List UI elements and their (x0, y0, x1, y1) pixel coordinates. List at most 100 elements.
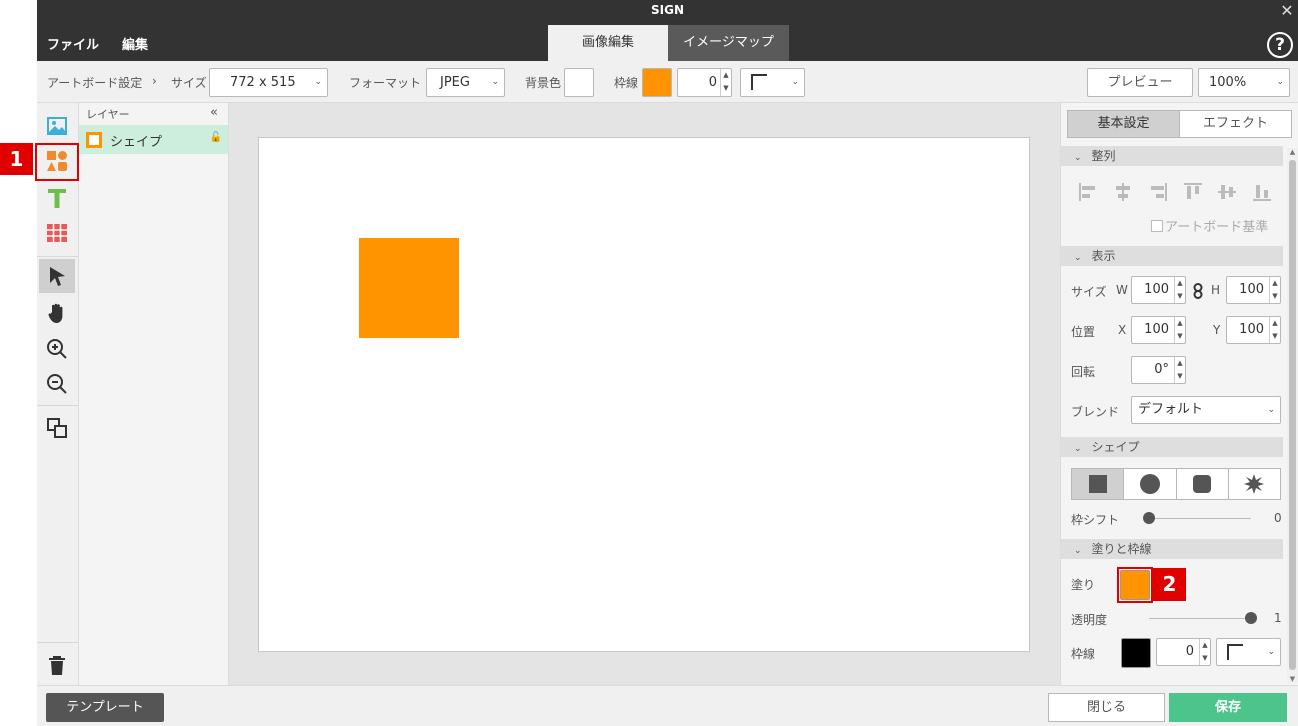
align-right-icon[interactable] (1147, 181, 1169, 203)
layer-item[interactable]: シェイプ 🔓 (79, 125, 228, 154)
stepper-icon[interactable]: ▲ ▼ (720, 69, 731, 96)
shape-section-header[interactable]: ⌄ シェイプ (1061, 437, 1283, 457)
align-section-header[interactable]: ⌄ 整列 (1061, 146, 1283, 166)
zoom-select[interactable]: 100% ⌄ (1198, 68, 1290, 97)
border-shift-slider[interactable] (1149, 518, 1251, 519)
duplicate-tool[interactable] (39, 411, 75, 445)
artboard-reference-label: アートボード基準 (1165, 220, 1269, 235)
stepper-icon[interactable]: ▲ ▼ (1174, 317, 1185, 343)
format-value: JPEG (440, 75, 470, 90)
corner-style-icon (1227, 644, 1243, 660)
shape-star-button[interactable] (1229, 469, 1280, 499)
y-input[interactable]: 100 ▲ ▼ (1226, 316, 1281, 344)
fill-stroke-section-header[interactable]: ⌄ 塗りと枠線 (1061, 539, 1283, 559)
shape-rounded-button[interactable] (1177, 469, 1229, 499)
stepper-icon[interactable]: ▲ ▼ (1199, 639, 1210, 665)
stroke-width-input[interactable]: 0 ▲ ▼ (1156, 638, 1211, 666)
align-top-icon[interactable] (1182, 181, 1204, 203)
stepper-icon[interactable]: ▲ ▼ (1269, 277, 1280, 303)
template-button[interactable]: テンプレート (46, 693, 164, 722)
fill-label: 塗り (1071, 578, 1096, 592)
scrollbar-thumb[interactable] (1289, 160, 1296, 670)
corner-style-select[interactable]: ⌄ (740, 68, 805, 97)
align-center-h-icon[interactable] (1112, 181, 1134, 203)
display-section-title: 表示 (1091, 249, 1116, 263)
stroke-width-input[interactable]: 0 ▲ ▼ (677, 68, 732, 97)
opacity-slider-knob[interactable] (1245, 612, 1257, 624)
help-icon[interactable]: ? (1267, 32, 1293, 58)
stroke-color-swatch[interactable] (1121, 638, 1151, 668)
shape-circle-button[interactable] (1124, 469, 1177, 499)
link-ratio-icon[interactable] (1192, 283, 1204, 299)
tab-image-map[interactable]: イメージマップ (668, 25, 789, 61)
properties-scrollbar[interactable]: ▲ ▼ (1287, 148, 1298, 683)
border-shift-slider-knob[interactable] (1143, 512, 1155, 524)
align-center-v-icon[interactable] (1216, 181, 1238, 203)
zoom-out-tool[interactable] (39, 367, 75, 401)
height-input[interactable]: 100 ▲ ▼ (1226, 276, 1281, 304)
table-tool[interactable] (39, 216, 75, 250)
stroke-corner-select[interactable]: ⌄ (1216, 638, 1281, 666)
stepper-icon[interactable]: ▲ ▼ (1174, 357, 1185, 383)
tab-basic-settings[interactable]: 基本設定 (1068, 111, 1180, 137)
chevron-down-icon: ⌄ (1074, 546, 1082, 556)
blend-select[interactable]: デフォルト ⌄ (1131, 396, 1281, 424)
artboard[interactable] (258, 137, 1030, 652)
x-input[interactable]: 100 ▲ ▼ (1131, 316, 1186, 344)
size-value: 772 x 515 (230, 75, 296, 90)
fill-stroke-section-title: 塗りと枠線 (1091, 542, 1152, 556)
scroll-up-icon[interactable]: ▲ (1287, 148, 1298, 156)
height-label: H (1211, 283, 1221, 297)
width-input[interactable]: 100 ▲ ▼ (1131, 276, 1186, 304)
rotation-input[interactable]: 0° ▲ ▼ (1131, 356, 1186, 384)
chevron-down-icon: ⌄ (791, 77, 799, 87)
delete-tool[interactable] (39, 648, 75, 682)
display-section-header[interactable]: ⌄ 表示 (1061, 246, 1283, 266)
stroke-width-value: 0 (1185, 644, 1194, 659)
stepper-icon[interactable]: ▲ ▼ (1269, 317, 1280, 343)
chevron-down-icon: ⌄ (314, 77, 322, 87)
select-tool[interactable] (39, 259, 75, 293)
border-shift-value: 0 (1274, 511, 1282, 525)
width-value: 100 (1144, 282, 1169, 297)
zoom-in-tool[interactable] (39, 332, 75, 366)
format-label: フォーマット (349, 76, 422, 90)
stepper-icon[interactable]: ▲ ▼ (1174, 277, 1185, 303)
align-bottom-icon[interactable] (1251, 181, 1273, 203)
menu-edit[interactable]: 編集 (122, 34, 148, 53)
tab-effect[interactable]: エフェクト (1180, 111, 1291, 137)
unlock-icon[interactable]: 🔓 (210, 132, 222, 143)
preview-button[interactable]: プレビュー (1087, 68, 1193, 97)
close-button[interactable]: 閉じる (1048, 693, 1165, 722)
collapse-panel-icon[interactable]: « (210, 105, 218, 120)
app-title: SIGN (651, 3, 684, 17)
rotation-label: 回転 (1071, 365, 1096, 379)
canvas-shape[interactable] (359, 238, 459, 338)
stroke-width-value: 0 (708, 75, 717, 90)
bg-color-swatch[interactable] (564, 68, 594, 97)
y-label: Y (1213, 323, 1221, 337)
menu-file[interactable]: ファイル (47, 34, 99, 53)
bottom-bar: テンプレート 閉じる 保存 (37, 685, 1298, 726)
callout-number-2: 2 (1153, 568, 1186, 601)
artboard-reference-checkbox[interactable]: アートボード基準 (1151, 216, 1268, 235)
image-tool[interactable] (39, 109, 75, 143)
align-left-icon[interactable] (1077, 181, 1099, 203)
hand-icon (48, 303, 63, 323)
opacity-slider[interactable] (1149, 618, 1251, 619)
stroke-color-swatch[interactable] (642, 68, 672, 97)
tab-image-edit[interactable]: 画像編集 (548, 25, 668, 61)
shape-rectangle-button[interactable] (1072, 469, 1125, 499)
save-button[interactable]: 保存 (1169, 693, 1287, 722)
close-window-icon[interactable]: ✕ (1278, 2, 1296, 20)
format-select[interactable]: JPEG ⌄ (426, 68, 505, 97)
layer-panel: レイヤー « シェイプ 🔓 (79, 103, 229, 685)
scroll-down-icon[interactable]: ▼ (1287, 675, 1298, 683)
circle-icon (1139, 474, 1160, 494)
title-bar: SIGN ✕ ファイル 編集 画像編集 イメージマップ ? (37, 0, 1298, 61)
size-select[interactable]: 772 x 515 ⌄ (209, 68, 328, 97)
hand-tool[interactable] (39, 296, 75, 330)
text-tool[interactable] (39, 181, 75, 215)
zoom-out-icon (47, 374, 67, 394)
trash-icon (49, 656, 65, 675)
